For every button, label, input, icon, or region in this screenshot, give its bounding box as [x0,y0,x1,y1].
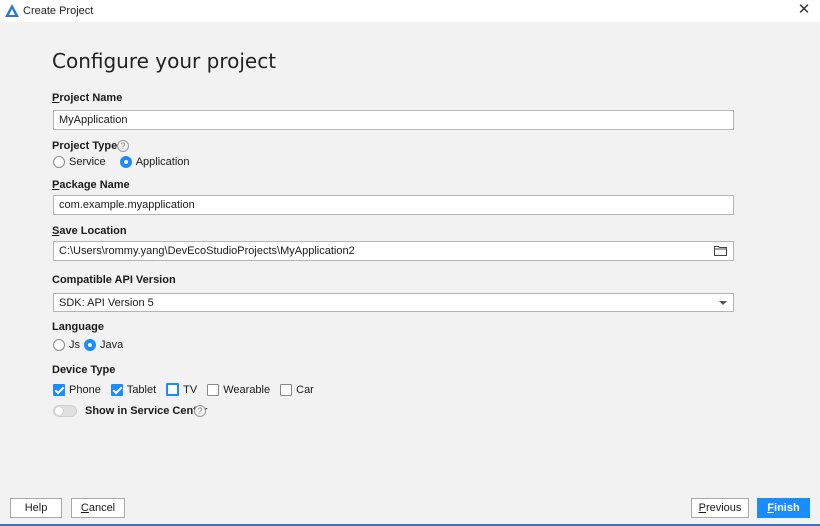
radio-java[interactable] [84,339,96,351]
project-type-radio-group: Service Application [53,156,204,168]
radio-service-label: Service [69,156,106,168]
radio-js[interactable] [53,339,65,351]
checkbox-car-label: Car [296,383,314,396]
radio-service[interactable] [53,156,65,168]
service-center-toggle[interactable] [53,405,77,417]
folder-icon[interactable] [714,245,727,256]
radio-application[interactable] [119,156,132,168]
chevron-down-icon [719,301,727,305]
title-bar: Create Project ✕ [0,0,820,22]
device-type-checkbox-group: Phone Tablet TV Wearable Car [53,383,324,396]
package-name-label: Package Name [52,179,130,191]
radio-java-label: Java [100,339,124,351]
checkbox-tablet[interactable] [110,383,123,396]
project-name-label: Project Name [52,92,123,104]
device-type-label: Device Type [52,364,116,376]
api-version-select[interactable]: SDK: API Version 5 [53,293,734,312]
radio-application-label: Application [135,156,190,168]
project-name-input[interactable] [53,110,734,130]
api-version-label: Compatible API Version [52,274,176,286]
checkbox-tablet-label: Tablet [126,383,157,396]
save-location-value: C:\Users\rommy.yang\DevEcoStudioProjects… [59,245,355,257]
radio-js-label: Js [69,339,80,351]
app-logo-icon [5,4,19,17]
close-icon[interactable]: ✕ [796,2,812,18]
service-center-label: Show in Service Center [85,405,208,417]
save-location-input[interactable]: C:\Users\rommy.yang\DevEcoStudioProjects… [53,241,734,261]
window-title: Create Project [23,5,94,17]
finish-button[interactable]: Finish [757,498,810,518]
api-version-selected: SDK: API Version 5 [59,297,154,309]
checkbox-wearable[interactable] [207,383,220,396]
language-label: Language [52,321,104,333]
cancel-button[interactable]: Cancel [71,498,125,518]
package-name-input[interactable] [53,195,734,215]
checkbox-wearable-label: Wearable [223,383,271,396]
project-type-label: Project Type [52,140,118,152]
checkbox-tv[interactable] [166,383,180,396]
help-icon[interactable]: ? [117,140,129,152]
checkbox-car[interactable] [280,383,293,396]
checkbox-tv-label: TV [183,383,198,396]
language-radio-group: Js Java [53,339,137,351]
help-button[interactable]: Help [10,498,62,518]
checkbox-phone-label: Phone [69,383,101,396]
previous-button[interactable]: Previous [691,498,749,518]
help-icon[interactable]: ? [194,405,206,417]
page-title: Configure your project [52,49,277,73]
save-location-label: Save Location [52,225,127,237]
checkbox-phone[interactable] [53,383,65,396]
